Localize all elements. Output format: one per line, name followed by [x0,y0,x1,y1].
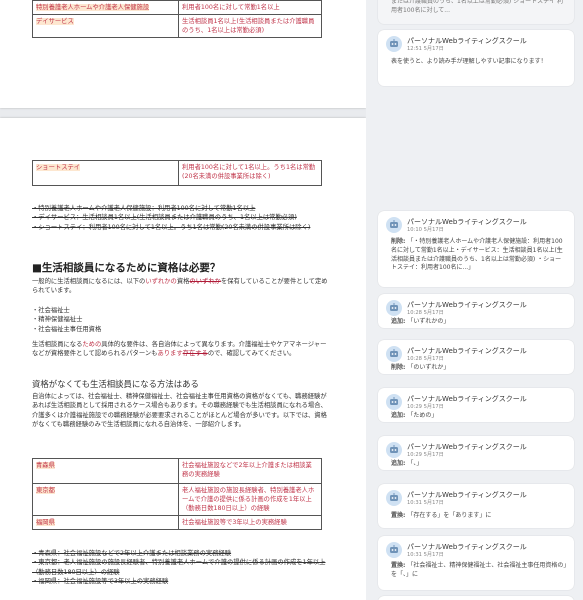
comment-text: 置換: 「存在する」を「あります」に [391,512,492,519]
avatar-robot-icon [390,303,398,311]
avatar [386,490,402,506]
table-cell: デイサービス [32,14,179,38]
comment-text: 追加: 「ための」 [391,412,438,419]
comment-card[interactable]: パーソナルWebライティングスクール 10:10 5月17日 削除: 「・特別養… [378,211,574,287]
avatar [386,442,402,458]
shortstay-table: ショートステイ 利用者100名に対して1名以上。うち1名は常勤(20名未満の併設… [32,160,322,186]
avatar-robot-icon [390,349,398,357]
table-cell: 老人福祉施設の施設長経験者、特別養護老人ホームで介護の提供に係る計画の作成を1年… [178,483,322,516]
list-item: ・社会福祉主事任用資格 [32,325,102,333]
table-cell: 東京都 [32,483,179,516]
table-row: 青森県 社会福祉施設などで2年以上介護または相談業務の実務経験 [32,458,322,484]
change-label: 削除: [391,364,406,371]
heading-main: ■生活相談員になるために資格は必要？ [32,262,221,274]
avatar-robot-icon [390,545,398,553]
table-cell: 社会福祉施設などで2年以上介護または相談業務の実務経験 [178,458,322,484]
table-cell: 福岡県 [32,515,179,530]
comment-card[interactable]: パーソナルWebライティングスクール 10:28 5月17日 追加: 「いずれか… [378,294,574,328]
table-cell: 青森県 [32,458,179,484]
table-row: 東京都 老人福祉施設の施設長経験者、特別養護老人ホームで介護の提供に係る計画の作… [32,483,322,516]
list-item: ・精神保健福祉士 [32,316,83,324]
comment-time: 10:31 5月17日 [407,552,444,558]
heading-sub: 資格がなくても生活相談員になる方法はある [32,379,199,389]
comment-text: 置換: 「社会福祉士、精神保健福祉士、社会福祉主事任用資格の」を「、」に [391,562,567,578]
avatar-robot-icon [390,397,398,405]
qualification-list: ・社会福祉士 ・精神保健福祉士 ・社会福祉主事任用資格 [32,306,332,334]
comment-card[interactable]: パーソナルWebライティングスクール 10:28 5月17日 削除: 「のいずれ… [378,340,574,374]
change-label: 追加: [391,460,406,467]
comment-time: 10:28 5月17日 [407,356,444,362]
change-label: 置換: [391,512,406,519]
comment-text: または介護職員のうち、1名以上は常勤必須) ショートステイ 利用者100名に対し… [391,0,563,14]
table-cell: 生活相談員1名以上(生活相談員または介護職員のうち、1名以上は常勤必須) [178,14,322,38]
comments-panel: または介護職員のうち、1名以上は常勤必須) ショートステイ 利用者100名に対し… [372,0,583,600]
document-page-top: 特別養護老人ホームや介護老人保健施設 利用者100名に対して常勤1名以上 デイサ… [0,0,366,108]
deleted-item: ・特別養護老人ホームや介護老人保健施設：利用者100名に対して常勤1名以上 [32,205,256,212]
deleted-list-2: ・青森県：社会福祉施設などで2年以上介護または相談業務の実務経験 ・東京都：老人… [32,549,332,586]
comment-time: 10:31 5月17日 [407,500,444,506]
table-row: 特別養護老人ホームや介護老人保健施設 利用者100名に対して常勤1名以上 [32,0,322,15]
change-label: 置換: [391,562,406,569]
table-cell: 利用者100名に対して常勤1名以上 [178,0,322,15]
prefecture-table: 青森県 社会福祉施設などで2年以上介護または相談業務の実務経験 東京都 老人福祉… [32,458,322,530]
change-label: 削除: [391,238,406,245]
comment-text: 追加: 「いずれかの」 [391,318,450,325]
avatar-robot-icon [390,445,398,453]
deleted-list-1: ・特別養護老人ホームや介護老人保健施設：利用者100名に対して常勤1名以上 ・デ… [32,204,332,232]
avatar [386,394,402,410]
comment-text: 削除: 「のいずれか」 [391,364,450,371]
avatar [386,300,402,316]
document-area: 特別養護老人ホームや介護老人保健施設 利用者100名に対して常勤1名以上 デイサ… [0,0,366,600]
avatar [386,346,402,362]
deleted-item: ・ショートステイ：利用者100名に対して1名以上。うち1名は常勤(20名未満の併… [32,223,311,231]
avatar-robot-icon [390,493,398,501]
comment-time: 12:51 5月17日 [407,46,444,52]
comment-card[interactable]: パーソナルWebライティングスクール 10:29 5月17日 追加: 「ための」 [378,388,574,422]
avatar-robot-icon [390,39,398,47]
table-cell: 利用者100名に対して1名以上。うち1名は常勤(20名未満の併設事業所は除く) [178,160,322,186]
avatar [386,36,402,52]
paragraph-1: 一般的に生活相談員になるには、以下のいずれかの資格のいずれかを保有していることが… [32,278,328,295]
deleted-item: ・福岡県：社会福祉施設等で3年以上の実務経験 [32,577,169,585]
comment-text: 表を使うと、より読み手が理解しやすい記事になります！ [391,58,547,65]
deleted-item: ・東京都：老人福祉施設の施設長経験者、特別養護老人ホームで介護の提供に係る計画の… [32,559,326,576]
avatar [386,542,402,558]
table-row: デイサービス 生活相談員1名以上(生活相談員または介護職員のうち、1名以上は常勤… [32,14,322,38]
comment-time: 10:29 5月17日 [407,404,444,410]
comment-text: 削除: 「・特別養護老人ホームや介護老人保健施設：利用者100名に対して常勤1名… [391,238,563,272]
avatar [386,217,402,233]
document-page-main: ショートステイ 利用者100名に対して1名以上。うち1名は常勤(20名未満の併設… [0,118,366,600]
change-label: 追加: [391,412,406,419]
table-cell: 特別養護老人ホームや介護老人保健施設 [32,0,179,15]
comment-card[interactable]: パーソナルWebライティングスクール 12:51 5月17日 表を使うと、より読… [378,30,574,86]
comment-time: 10:28 5月17日 [407,310,444,316]
deleted-item: ・青森県：社会福祉施設などで2年以上介護または相談業務の実務経験 [32,550,232,557]
table-cell: 社会福祉施設等で3年以上の実務経験 [178,515,322,530]
list-item: ・社会福祉士 [32,307,70,314]
staff-table-top: 特別養護老人ホームや介護老人保健施設 利用者100名に対して常勤1名以上 デイサ… [32,0,322,38]
comment-time: 10:29 5月17日 [407,452,444,458]
comment-card[interactable]: パーソナルWebライティングスクール 10:31 5月17日 置換: 「存在する… [378,484,574,528]
deleted-item: ・デイサービス：生活相談員1名以上(生活相談員または介護職員のうち、1名以上は常… [32,214,297,222]
comment-card-partial[interactable]: または介護職員のうち、1名以上は常勤必須) ショートステイ 利用者100名に対し… [378,0,574,24]
comment-card[interactable]: パーソナルWebライティングスクール 10:29 5月17日 追加: 「、」 [378,436,574,470]
paragraph-3: 自治体によっては、社会福祉士、精神保健福祉士、社会福祉主事任用資格の資格がなくて… [32,393,327,428]
avatar-robot-icon [390,220,398,228]
comment-text: 追加: 「、」 [391,460,423,467]
table-row: 福岡県 社会福祉施設等で3年以上の実務経験 [32,515,322,530]
comment-time: 10:10 5月17日 [407,227,444,233]
table-row: ショートステイ 利用者100名に対して1名以上。うち1名は常勤(20名未満の併設… [32,160,322,186]
comment-card-partial[interactable] [378,596,574,600]
comment-card[interactable]: パーソナルWebライティングスクール 10:31 5月17日 置換: 「社会福祉… [378,536,574,590]
change-label: 追加: [391,318,406,325]
paragraph-2: 生活相談員になるための具体的な要件は、各自治体によって異なります。介護福祉士やケ… [32,341,327,358]
table-cell: ショートステイ [32,160,179,186]
